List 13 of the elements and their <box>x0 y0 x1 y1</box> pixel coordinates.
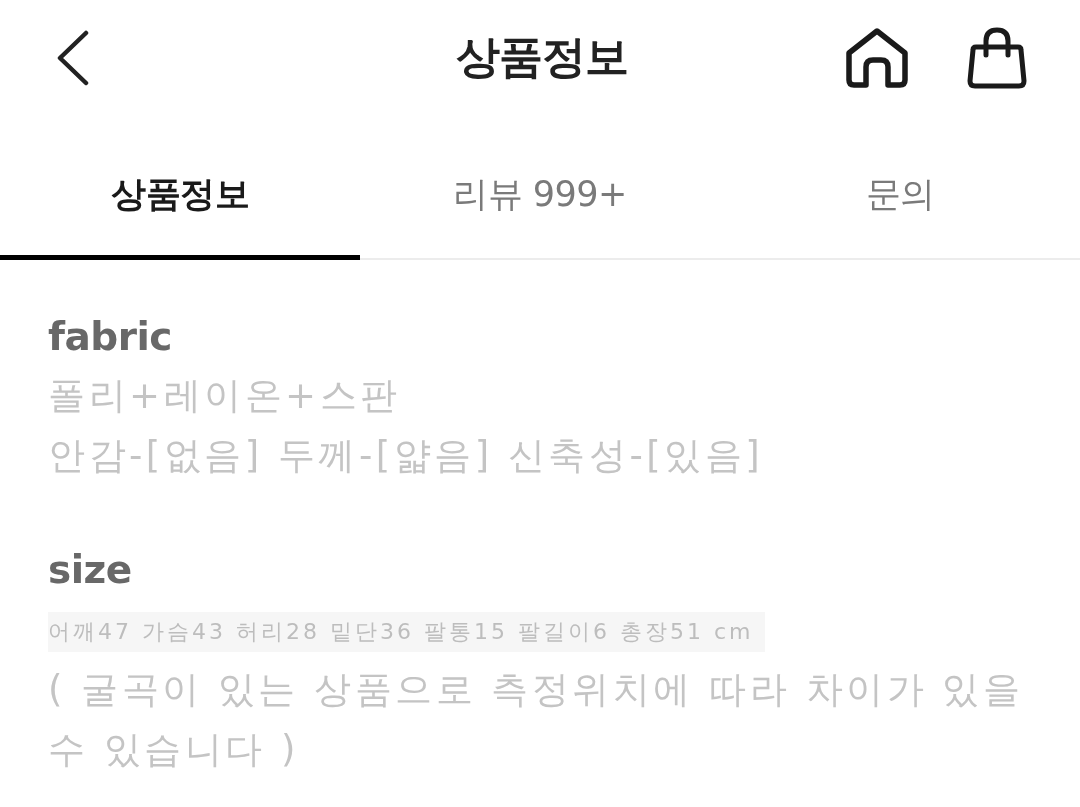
section-heading: fabric <box>48 313 173 361</box>
info-text: 폴리+레이온+스판 <box>48 373 402 419</box>
size-measurements: 어깨47 가슴43 허리28 밑단36 팔통15 팔길이6 총장51 cm <box>48 612 766 652</box>
info-text: ( 굴곡이 있는 상품으로 측정위치에 따라 차이가 있을 수 있습니다 ) <box>48 667 1025 773</box>
home-icon <box>844 26 910 89</box>
back-button[interactable] <box>56 29 90 86</box>
cart-button[interactable] <box>966 26 1028 89</box>
home-button[interactable] <box>844 26 910 89</box>
shopping-bag-icon <box>966 26 1028 89</box>
back-icon <box>56 29 90 86</box>
info-text: 안감-[없음] 두께-[얇음] 신축성-[있음] <box>48 433 765 479</box>
page-title: 상품정보 <box>456 30 628 84</box>
section-heading: size <box>48 546 133 594</box>
